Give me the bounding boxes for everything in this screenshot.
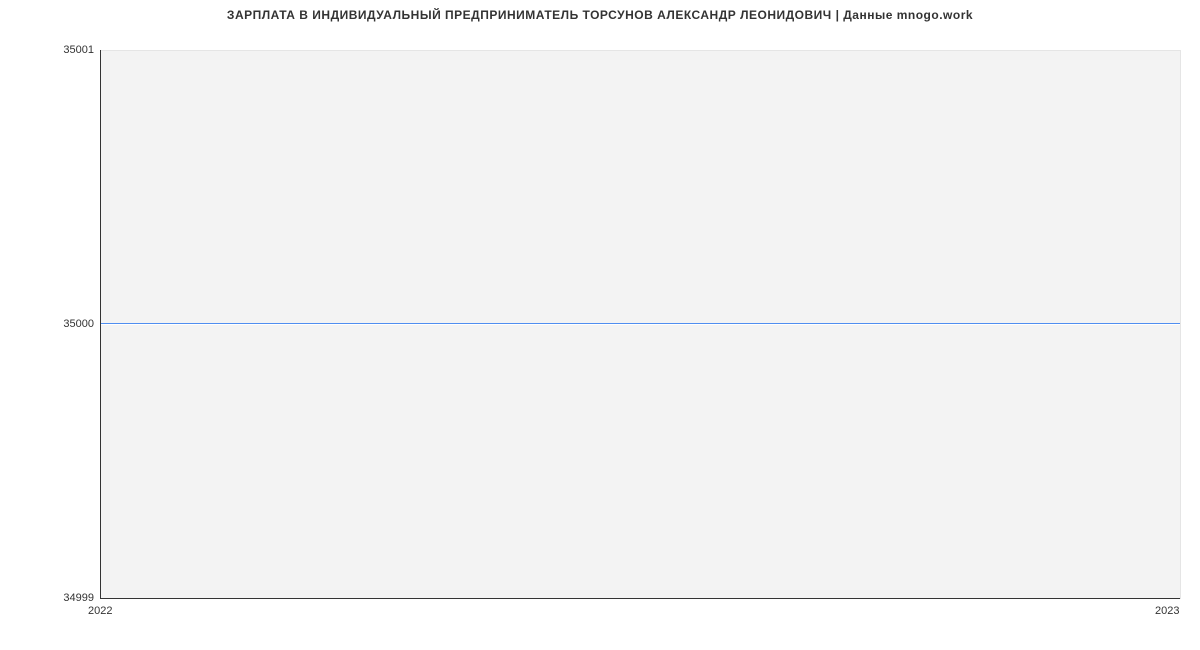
- chart-title: ЗАРПЛАТА В ИНДИВИДУАЛЬНЫЙ ПРЕДПРИНИМАТЕЛ…: [0, 8, 1200, 22]
- x-axis-line: [100, 598, 1180, 599]
- chart-container: ЗАРПЛАТА В ИНДИВИДУАЛЬНЫЙ ПРЕДПРИНИМАТЕЛ…: [0, 0, 1200, 650]
- x-tick-label: 2023: [1155, 606, 1179, 617]
- y-axis-line: [100, 50, 101, 598]
- gridline-y-mid: [100, 324, 1180, 325]
- y-tick-label: 34999: [4, 593, 94, 604]
- y-tick-label: 35000: [4, 319, 94, 330]
- x-tick-label: 2022: [88, 606, 112, 617]
- y-tick-label: 35001: [4, 45, 94, 56]
- data-series-line: [100, 323, 1180, 324]
